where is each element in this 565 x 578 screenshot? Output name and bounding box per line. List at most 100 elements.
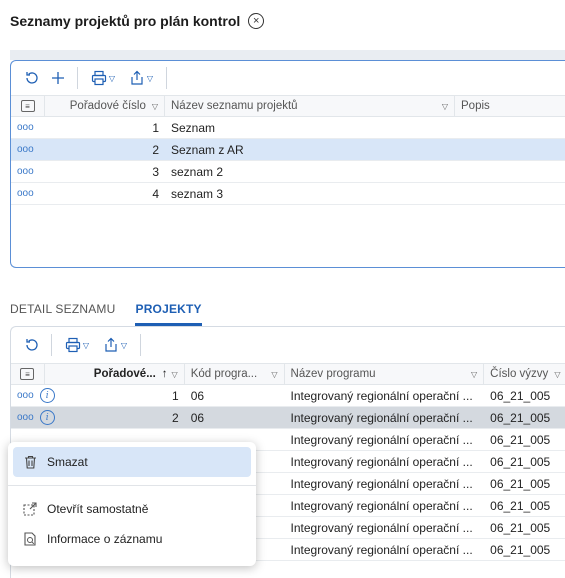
menu-divider [8, 485, 256, 486]
chevron-down-icon: ▽ [108, 73, 116, 83]
add-icon[interactable] [47, 67, 69, 89]
print-dropdown[interactable]: ▽ [60, 334, 94, 356]
record-info-icon [23, 532, 37, 546]
cell-call: 06_21_005 [490, 410, 551, 425]
filter-icon[interactable]: ▽ [172, 370, 178, 379]
filter-icon[interactable]: ▽ [471, 370, 477, 379]
column-settings[interactable]: ≡ [11, 96, 45, 116]
export-dropdown[interactable]: ▽ [98, 334, 132, 356]
share-icon [131, 70, 143, 85]
filter-icon[interactable]: ▽ [554, 370, 560, 379]
row-actions-icon[interactable]: ooo [11, 183, 45, 204]
cell-desc [455, 161, 565, 182]
close-icon[interactable]: × [248, 13, 265, 29]
cell-code: 06 [190, 388, 205, 403]
tab-detail[interactable]: DETAIL SEZNAMU [10, 296, 115, 326]
table-row[interactable]: ooo i 2 06 Integrovaný regionální operační .… [11, 407, 565, 429]
header-program[interactable]: Název programu ▽ [285, 364, 485, 384]
menu-item-delete[interactable]: Smazat [13, 447, 251, 477]
row-context-menu: Smazat Otevřít samostatně Informace o zá… [8, 442, 256, 566]
cell-name: seznam 3 [171, 186, 224, 201]
header-call[interactable]: Číslo výzvy ▽ [484, 364, 565, 384]
filter-icon[interactable]: ▽ [442, 102, 448, 111]
info-icon[interactable]: i [39, 410, 55, 425]
header-order[interactable]: Pořadové... ↑ ▽ [45, 364, 185, 384]
toolbar-divider [77, 67, 78, 89]
row-actions[interactable]: oooi [11, 407, 81, 428]
row-actions[interactable]: oooi [11, 385, 81, 406]
lists-grid-body: ooo 1 Seznam ooo 2 Seznam z AR ooo 3 seznam 2 ooo… [11, 117, 565, 205]
printer-icon [65, 337, 81, 353]
table-row[interactable]: ooo 3 seznam 2 [11, 161, 565, 183]
row-actions-icon[interactable]: ooo [11, 161, 45, 182]
info-icon[interactable]: i [39, 388, 55, 403]
toolbar-divider [140, 334, 141, 356]
cell-code: 06 [190, 410, 205, 425]
cell-order: 3 [152, 164, 159, 179]
header-desc[interactable]: Popis [455, 96, 565, 116]
row-actions-icon[interactable]: ooo [11, 117, 45, 138]
cell-name: seznam 2 [171, 164, 224, 179]
settings-icon: ≡ [20, 100, 35, 112]
print-dropdown[interactable]: ▽ [86, 67, 120, 89]
project-lists-panel: ▽ ▽ ≡ Pořadové číslo ▽ Název seznamu proj… [10, 60, 565, 268]
chevron-down-icon: ▽ [82, 340, 90, 350]
cell-order: 1 [152, 120, 159, 135]
table-row[interactable]: ooo i 1 06 Integrovaný regionální operační .… [11, 385, 565, 407]
cell-order: 1 [172, 388, 179, 403]
row-actions-icon[interactable]: ooo [11, 139, 45, 160]
cell-call: 06_21_005 [490, 498, 551, 513]
export-dropdown[interactable]: ▽ [124, 67, 158, 89]
sort-asc-icon[interactable]: ↑ [162, 368, 168, 380]
cell-program: Integrovaný regionální operační ... [290, 454, 473, 469]
cell-program: Integrovaný regionální operační ... [290, 432, 473, 447]
cell-order: 2 [152, 142, 159, 157]
cell-desc [455, 117, 565, 138]
cell-program: Integrovaný regionální operační ... [290, 542, 473, 557]
row-actions-icon[interactable]: ooo [17, 390, 34, 401]
table-row[interactable]: ooo 2 Seznam z AR [11, 139, 565, 161]
row-actions-icon[interactable]: ooo [17, 412, 34, 423]
cell-desc [455, 183, 565, 204]
page-header: Seznamy projektů pro plán kontrol × [10, 10, 265, 32]
column-settings[interactable]: ≡ [11, 364, 45, 384]
cell-name: Seznam [171, 120, 216, 135]
filter-icon[interactable]: ▽ [271, 370, 277, 379]
trash-icon [23, 455, 37, 469]
menu-item-record-info[interactable]: Informace o záznamu [13, 524, 251, 554]
cell-desc [455, 139, 565, 160]
chevron-down-icon: ▽ [120, 340, 128, 350]
table-row[interactable]: ooo 1 Seznam [11, 117, 565, 139]
refresh-icon[interactable] [21, 67, 43, 89]
separator-strip [10, 50, 565, 60]
toolbar-divider [51, 334, 52, 356]
header-order[interactable]: Pořadové číslo ▽ [45, 96, 165, 116]
detail-tabs: DETAIL SEZNAMU PROJEKTY [10, 296, 202, 326]
chevron-down-icon: ▽ [146, 73, 154, 83]
page-title: Seznamy projektů pro plán kontrol [10, 13, 241, 29]
cell-program: Integrovaný regionální operační ... [290, 520, 473, 535]
cell-call: 06_21_005 [490, 542, 551, 557]
cell-order: 2 [172, 410, 179, 425]
cell-order: 4 [152, 186, 159, 201]
cell-name: Seznam z AR [171, 142, 244, 157]
share-icon [105, 337, 117, 352]
header-code[interactable]: Kód progra... ▽ [185, 364, 285, 384]
projects-grid-header: ≡ Pořadové... ↑ ▽ Kód progra... ▽ Název p… [11, 363, 565, 385]
cell-program: Integrovaný regionální operační ... [290, 388, 473, 403]
lists-toolbar: ▽ ▽ [11, 61, 565, 95]
lists-grid-header: ≡ Pořadové číslo ▽ Název seznamu projektů… [11, 95, 565, 117]
header-name[interactable]: Název seznamu projektů ▽ [165, 96, 455, 116]
cell-program: Integrovaný regionální operační ... [290, 476, 473, 491]
tab-projects[interactable]: PROJEKTY [135, 296, 202, 326]
cell-call: 06_21_005 [490, 520, 551, 535]
refresh-icon[interactable] [21, 334, 43, 356]
cell-call: 06_21_005 [490, 476, 551, 491]
filter-icon[interactable]: ▽ [152, 102, 158, 111]
table-row[interactable]: ooo 4 seznam 3 [11, 183, 565, 205]
settings-icon: ≡ [20, 368, 35, 380]
menu-item-open-standalone[interactable]: Otevřít samostatně [13, 494, 251, 524]
open-external-icon [23, 502, 37, 516]
toolbar-divider [166, 67, 167, 89]
cell-call: 06_21_005 [490, 454, 551, 469]
